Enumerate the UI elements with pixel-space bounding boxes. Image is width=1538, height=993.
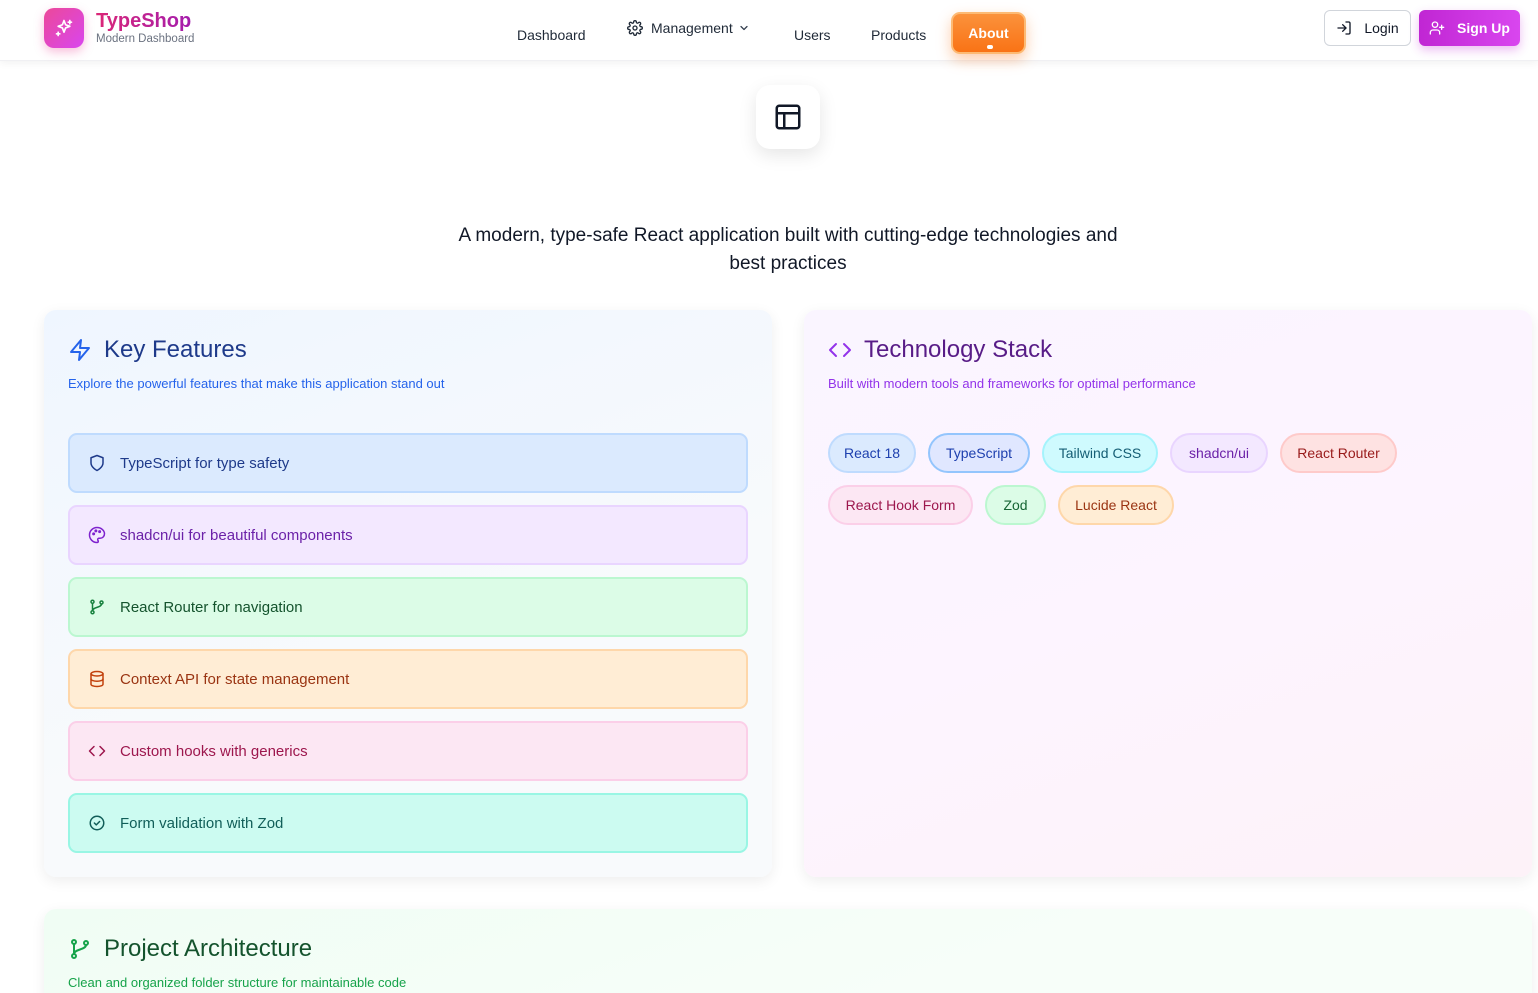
layout-icon xyxy=(756,85,820,149)
nav-dashboard[interactable]: Dashboard xyxy=(517,14,586,56)
project-architecture-card: Project Architecture Clean and organized… xyxy=(44,909,1532,993)
brand-name: TypeShop xyxy=(96,11,194,31)
badge-shadcn-ui: shadcn/ui xyxy=(1170,433,1268,473)
key-features-card: Key Features Explore the powerful featur… xyxy=(44,310,772,877)
top-navbar: TypeShop Modern Dashboard Dashboard Mana… xyxy=(0,0,1538,61)
chevron-down-icon xyxy=(740,25,748,31)
brand-subtitle: Modern Dashboard xyxy=(96,32,195,45)
badge-react-18: React 18 xyxy=(828,433,916,473)
nav-users[interactable]: Users xyxy=(794,14,831,56)
gear-icon xyxy=(627,20,643,36)
nav-about-label: About xyxy=(968,25,1009,41)
nav-about-active[interactable]: About xyxy=(951,12,1026,54)
hero-tagline: A modern, type-safe React application bu… xyxy=(458,225,1118,274)
badge-tailwind-css: Tailwind CSS xyxy=(1042,433,1158,473)
login-button[interactable]: Login xyxy=(1324,10,1411,46)
badge-lucide-react: Lucide React xyxy=(1058,485,1174,525)
technology-stack-card: Technology Stack Built with modern tools… xyxy=(804,310,1532,877)
feature-shadcn: shadcn/ui for beautiful components xyxy=(68,505,748,565)
feature-custom-hooks: Custom hooks with generics xyxy=(68,721,748,781)
user-plus-icon xyxy=(1429,21,1445,35)
feature-react-router: React Router for navigation xyxy=(68,577,748,637)
brand[interactable]: TypeShop Modern Dashboard xyxy=(44,8,194,48)
login-label: Login xyxy=(1364,20,1399,36)
zap-icon xyxy=(70,339,90,361)
shield-icon xyxy=(90,454,104,472)
project-architecture-description: Clean and organized folder structure for… xyxy=(68,975,407,990)
key-features-description: Explore the powerful features that make … xyxy=(68,376,445,391)
badge-zod: Zod xyxy=(985,485,1046,525)
palette-icon xyxy=(88,526,106,544)
log-in-icon xyxy=(1337,21,1352,35)
badge-typescript: TypeScript xyxy=(928,433,1030,473)
project-architecture-title: Project Architecture xyxy=(68,935,312,963)
feature-typescript: TypeScript for type safety xyxy=(68,433,748,493)
badge-react-router: React Router xyxy=(1280,433,1397,473)
active-indicator xyxy=(987,45,993,49)
technology-stack-title: Technology Stack xyxy=(828,336,1052,364)
feature-context-api: Context API for state management xyxy=(68,649,748,709)
git-branch-icon xyxy=(71,939,89,959)
key-features-title: Key Features xyxy=(68,336,247,364)
sparkles-icon xyxy=(44,8,84,48)
nav-management-label: Management xyxy=(651,20,733,36)
signup-button[interactable]: Sign Up xyxy=(1419,10,1520,46)
nav-products[interactable]: Products xyxy=(871,14,926,56)
code-icon xyxy=(829,343,851,357)
badge-react-hook-form: React Hook Form xyxy=(828,485,973,525)
signup-label: Sign Up xyxy=(1457,20,1510,36)
technology-stack-description: Built with modern tools and frameworks f… xyxy=(828,376,1196,391)
feature-zod-validation: Form validation with Zod xyxy=(68,793,748,853)
code-icon xyxy=(88,745,106,757)
git-branch-icon xyxy=(90,599,104,615)
check-circle-icon xyxy=(89,815,105,831)
nav-management[interactable]: Management xyxy=(627,7,750,49)
database-icon xyxy=(90,670,104,688)
